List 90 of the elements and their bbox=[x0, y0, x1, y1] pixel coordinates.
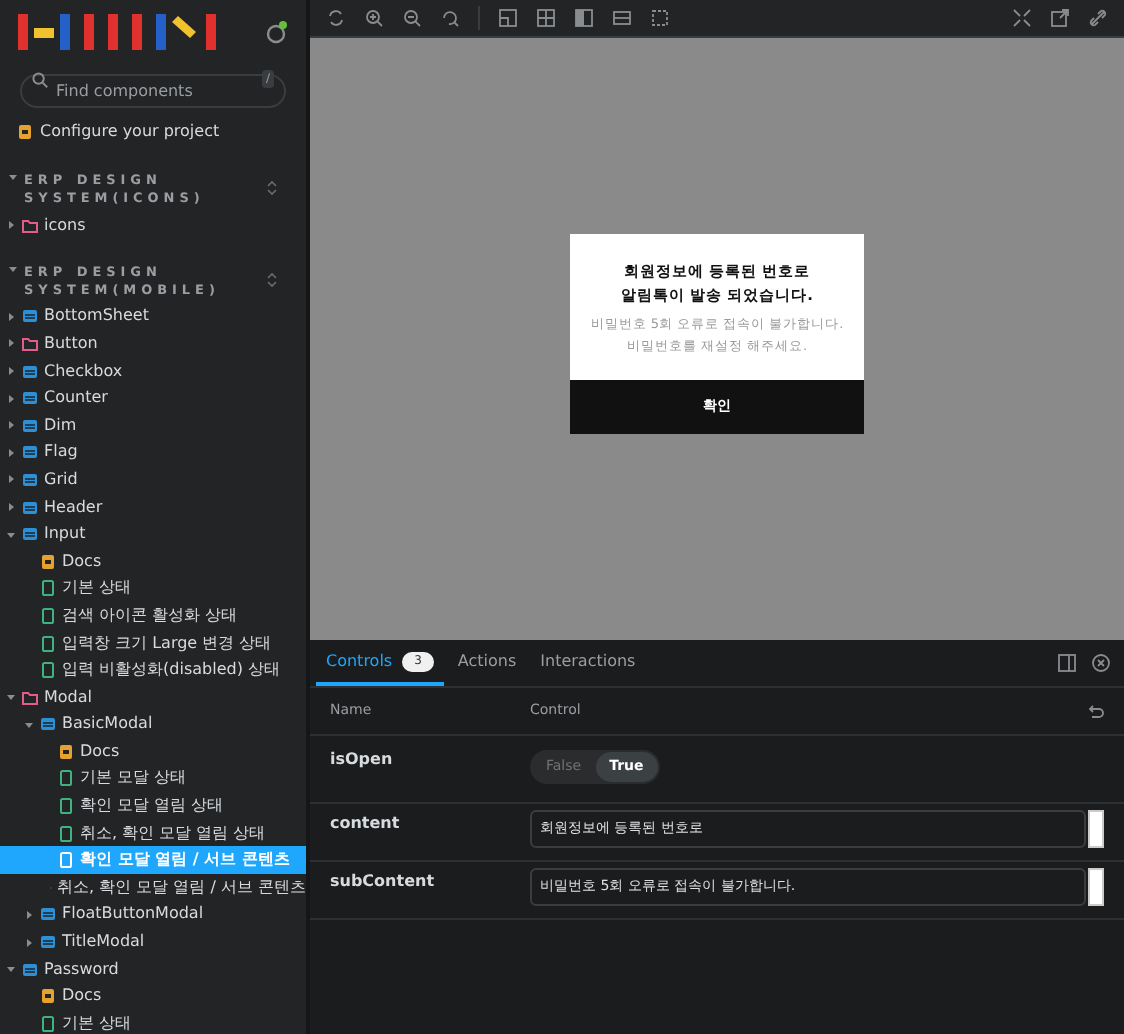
tree-item[interactable]: 취소, 확인 모달 열림 상태 bbox=[0, 819, 306, 847]
measure-icon[interactable] bbox=[612, 8, 632, 28]
status-icon[interactable] bbox=[264, 20, 288, 44]
caret-right-icon bbox=[6, 311, 16, 322]
caret-down-icon bbox=[6, 964, 16, 975]
caret-right-icon bbox=[6, 220, 16, 231]
tree-item[interactable]: Checkbox bbox=[0, 357, 306, 385]
tree-item[interactable]: 기본 상태 bbox=[0, 575, 306, 603]
tree-item[interactable]: BottomSheet bbox=[0, 303, 306, 331]
expand-icon[interactable] bbox=[266, 180, 278, 196]
tree-item[interactable]: Docs bbox=[0, 982, 306, 1011]
refresh-icon[interactable] bbox=[326, 8, 346, 28]
caret-right-icon bbox=[24, 937, 34, 948]
document-icon bbox=[58, 743, 74, 760]
tree-item[interactable]: Grid bbox=[0, 466, 306, 494]
tree-item[interactable]: 입력창 크기 Large 변경 상태 bbox=[0, 629, 306, 657]
component-icon bbox=[22, 471, 38, 488]
property-name: content bbox=[330, 812, 402, 836]
caret-right-icon bbox=[6, 338, 16, 349]
panel-tab[interactable]: Interactions bbox=[530, 640, 646, 686]
close-icon[interactable] bbox=[1092, 654, 1110, 672]
search-icon bbox=[32, 71, 48, 87]
viewport-icon[interactable] bbox=[574, 8, 594, 28]
caret-right-icon bbox=[6, 366, 16, 377]
tree-item[interactable]: 기본 상태 bbox=[0, 1010, 306, 1034]
folder-icon bbox=[22, 335, 38, 352]
component-icon bbox=[22, 363, 38, 380]
caret-right-icon bbox=[6, 420, 16, 431]
tree-item[interactable]: Input bbox=[0, 520, 306, 548]
caret-right-icon bbox=[6, 393, 16, 404]
component-icon bbox=[22, 499, 38, 516]
folder-icon bbox=[22, 217, 38, 234]
folder-icon bbox=[22, 689, 38, 706]
caret-right-icon bbox=[6, 447, 16, 458]
panel-layout-icon[interactable] bbox=[1058, 654, 1076, 672]
tree-item[interactable]: BasicModal bbox=[0, 711, 306, 739]
tree-item[interactable]: Modal bbox=[0, 683, 306, 711]
document-icon bbox=[40, 988, 56, 1005]
tree-item[interactable]: Dim bbox=[0, 411, 306, 440]
undo-icon[interactable] bbox=[1088, 704, 1104, 718]
zoom-out-icon[interactable] bbox=[402, 8, 422, 28]
scrollbar bbox=[1088, 810, 1104, 848]
fullscreen-icon[interactable] bbox=[1012, 8, 1032, 28]
tree-item[interactable]: Header bbox=[0, 493, 306, 521]
link-icon[interactable] bbox=[1088, 8, 1108, 28]
tree-item[interactable]: 검색 아이콘 활성화 상태 bbox=[0, 602, 306, 630]
component-icon bbox=[22, 444, 38, 461]
component-icon bbox=[22, 390, 38, 407]
tree-item[interactable]: Password bbox=[0, 955, 306, 983]
zoom-in-icon[interactable] bbox=[364, 8, 384, 28]
component-icon bbox=[22, 308, 38, 325]
tree-item[interactable]: Docs bbox=[0, 547, 306, 576]
tree-item[interactable]: icons bbox=[0, 212, 306, 240]
tree-item[interactable]: Counter bbox=[0, 384, 306, 412]
tree-item[interactable]: 입력 비활성화(disabled) 상태 bbox=[0, 656, 306, 684]
tree-item[interactable]: Button bbox=[0, 330, 306, 358]
tree-item[interactable]: 확인 모달 열림 상태 bbox=[0, 792, 306, 820]
property-name: isOpen bbox=[330, 748, 395, 772]
caret-down-icon bbox=[8, 263, 18, 274]
component-icon bbox=[40, 934, 56, 951]
caret-right-icon bbox=[24, 909, 34, 920]
configure-link[interactable]: Configure your project bbox=[40, 120, 220, 144]
property-name: subContent bbox=[330, 870, 437, 894]
component-icon bbox=[22, 526, 38, 543]
caret-right-icon bbox=[6, 502, 16, 513]
tree-item[interactable]: FloatButtonModal bbox=[0, 901, 306, 929]
component-icon bbox=[40, 906, 56, 923]
component-icon bbox=[22, 417, 38, 434]
panel-tab[interactable]: Actions bbox=[447, 640, 527, 686]
component-icon bbox=[22, 961, 38, 978]
document-icon bbox=[18, 124, 32, 140]
reset-zoom-icon[interactable] bbox=[440, 8, 460, 28]
grid-icon[interactable] bbox=[498, 8, 518, 28]
tree-item[interactable]: Flag bbox=[0, 439, 306, 467]
scrollbar bbox=[1088, 868, 1104, 906]
caret-down-icon bbox=[6, 692, 16, 703]
caret-down-icon bbox=[8, 172, 18, 182]
document-icon bbox=[40, 553, 56, 570]
tree-item[interactable]: 기본 모달 상태 bbox=[0, 765, 306, 793]
component-icon bbox=[40, 716, 56, 733]
background-icon[interactable] bbox=[536, 8, 556, 28]
caret-down-icon bbox=[6, 529, 16, 540]
external-link-icon[interactable] bbox=[1050, 8, 1070, 28]
tree-item[interactable]: 취소, 확인 모달 열림 / 서브 콘텐츠 bbox=[0, 874, 306, 902]
tree-item[interactable]: TitleModal bbox=[0, 928, 306, 956]
outline-icon[interactable] bbox=[650, 8, 670, 28]
expand-icon[interactable] bbox=[266, 271, 278, 288]
tree-item[interactable]: Docs bbox=[0, 738, 306, 766]
caret-right-icon bbox=[6, 474, 16, 485]
caret-down-icon bbox=[24, 719, 34, 730]
